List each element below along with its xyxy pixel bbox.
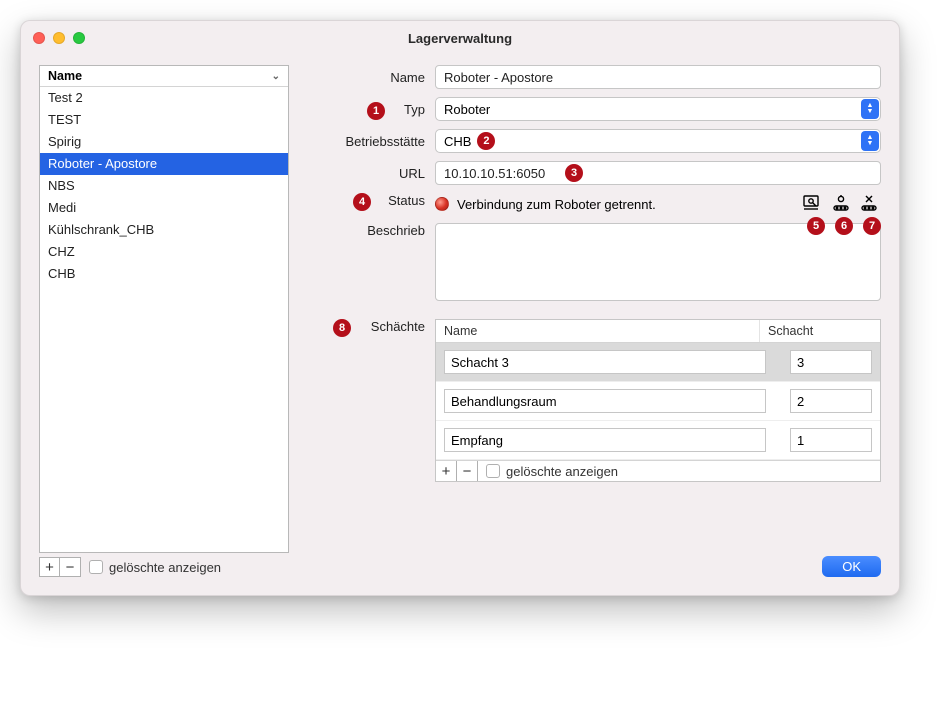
name-label: Name <box>317 70 435 85</box>
annotation-6: 6 <box>835 217 853 235</box>
remove-schacht-button[interactable]: − <box>457 461 478 481</box>
status-label: 4 Status <box>317 193 435 208</box>
storage-list: Name ⌄ Test 2TESTSpirigRoboter - Apostor… <box>39 65 289 553</box>
betrieb-select[interactable]: CHB 2 ▲▼ <box>435 129 881 153</box>
annotation-2: 2 <box>477 132 495 150</box>
typ-select[interactable]: Roboter ▲▼ <box>435 97 881 121</box>
url-label: URL <box>317 166 435 181</box>
close-icon[interactable] <box>33 32 45 44</box>
checkbox-icon <box>486 464 500 478</box>
schachte-show-deleted-label: gelöschte anzeigen <box>506 464 618 479</box>
schacht-number-input[interactable] <box>790 389 872 413</box>
typ-value: Roboter <box>444 102 490 117</box>
col-schacht[interactable]: Schacht <box>760 320 880 342</box>
list-item[interactable]: NBS <box>40 175 288 197</box>
robot-on-icon[interactable] <box>829 193 853 215</box>
table-row[interactable] <box>436 382 880 421</box>
content: Name ⌄ Test 2TESTSpirigRoboter - Apostor… <box>21 55 899 595</box>
schacht-name-input[interactable] <box>444 389 766 413</box>
schachte-footer: + − gelöschte anzeigen <box>436 460 880 481</box>
list-item[interactable]: CHZ <box>40 241 288 263</box>
list-item[interactable]: CHB <box>40 263 288 285</box>
row-betrieb: Betriebsstätte CHB 2 ▲▼ <box>317 129 881 153</box>
annotation-5: 5 <box>807 217 825 235</box>
schachte-body <box>436 343 880 460</box>
left-panel: Name ⌄ Test 2TESTSpirigRoboter - Apostor… <box>39 65 289 577</box>
row-schachte: 8 Schächte Name Schacht + − gelöschte <box>317 319 881 532</box>
annotation-7: 7 <box>863 217 881 235</box>
zoom-icon[interactable] <box>73 32 85 44</box>
betrieb-value: CHB <box>444 134 471 149</box>
row-name: Name <box>317 65 881 89</box>
betrieb-label: Betriebsstätte <box>317 134 435 149</box>
add-schacht-button[interactable]: + <box>436 461 457 481</box>
table-row[interactable] <box>436 421 880 460</box>
url-input[interactable] <box>435 161 881 185</box>
schacht-number-input[interactable] <box>790 350 872 374</box>
status-text: Verbindung zum Roboter getrennt. <box>457 197 797 212</box>
list-header-label: Name <box>48 69 82 83</box>
annotation-3: 3 <box>565 164 583 182</box>
list-item[interactable]: Kühlschrank_CHB <box>40 219 288 241</box>
schachte-table: Name Schacht + − gelöschte anzeigen <box>435 319 881 482</box>
status-content: Verbindung zum Roboter getrennt. <box>435 193 881 215</box>
name-input[interactable] <box>435 65 881 89</box>
typ-label: 1 Typ <box>317 102 435 117</box>
window: Lagerverwaltung Name ⌄ Test 2TESTSpirigR… <box>20 20 900 596</box>
select-arrows-icon: ▲▼ <box>861 131 879 151</box>
select-arrows-icon: ▲▼ <box>861 99 879 119</box>
add-storage-button[interactable]: + <box>39 557 60 577</box>
remove-storage-button[interactable]: − <box>60 557 81 577</box>
status-indicator-icon <box>435 197 449 211</box>
list-header[interactable]: Name ⌄ <box>40 66 288 87</box>
row-typ: 1 Typ Roboter ▲▼ <box>317 97 881 121</box>
show-deleted-checkbox[interactable]: gelöschte anzeigen <box>89 560 221 575</box>
right-panel: Name 1 Typ Roboter ▲▼ B <box>317 65 881 577</box>
schachte-header: Name Schacht <box>436 320 880 343</box>
schacht-name-input[interactable] <box>444 350 766 374</box>
window-title: Lagerverwaltung <box>21 31 899 46</box>
search-robot-icon[interactable] <box>801 193 825 215</box>
show-deleted-label: gelöschte anzeigen <box>109 560 221 575</box>
traffic-lights <box>33 32 85 44</box>
col-name[interactable]: Name <box>436 320 760 342</box>
schachte-show-deleted-checkbox[interactable]: gelöschte anzeigen <box>486 464 618 479</box>
list-items: Test 2TESTSpirigRoboter - ApostoreNBSMed… <box>40 87 288 285</box>
list-item[interactable]: Test 2 <box>40 87 288 109</box>
list-item[interactable]: Spirig <box>40 131 288 153</box>
list-item[interactable]: Medi <box>40 197 288 219</box>
list-toolbar: + − gelöschte anzeigen <box>39 557 289 577</box>
list-item[interactable]: TEST <box>40 109 288 131</box>
row-beschrieb: Beschrieb 5 6 7 <box>317 223 881 301</box>
beschrieb-label: Beschrieb <box>317 223 435 238</box>
row-url: URL 3 <box>317 161 881 185</box>
list-item[interactable]: Roboter - Apostore <box>40 153 288 175</box>
checkbox-icon <box>89 560 103 574</box>
ok-button[interactable]: OK <box>822 556 881 577</box>
minimize-icon[interactable] <box>53 32 65 44</box>
table-row[interactable] <box>436 343 880 382</box>
row-status: 4 Status Verbindung zum Roboter getrennt… <box>317 193 881 215</box>
schachte-label: 8 Schächte <box>317 319 435 334</box>
robot-off-icon[interactable] <box>857 193 881 215</box>
annotation-4: 4 <box>353 193 371 211</box>
annotation-8: 8 <box>333 319 351 337</box>
titlebar: Lagerverwaltung <box>21 21 899 55</box>
chevron-down-icon: ⌄ <box>272 71 280 82</box>
schacht-number-input[interactable] <box>790 428 872 452</box>
schacht-name-input[interactable] <box>444 428 766 452</box>
annotation-1: 1 <box>367 102 385 120</box>
